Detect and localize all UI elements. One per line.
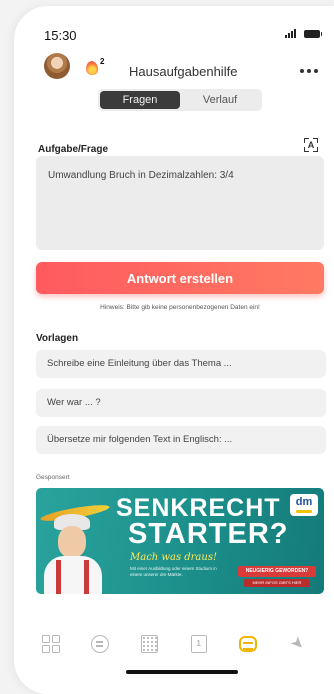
flashcards-icon: 1 bbox=[190, 635, 207, 653]
text-scan-icon[interactable]: A bbox=[304, 138, 318, 152]
templates-label: Vorlagen bbox=[36, 333, 79, 344]
app-screen: 15:30 2 Hausaufgabenhilfe Fragen Verlauf… bbox=[14, 6, 334, 694]
template-item[interactable]: Wer war ... ? bbox=[36, 389, 326, 417]
status-time: 15:30 bbox=[44, 28, 77, 43]
tab-fragen[interactable]: Fragen bbox=[100, 91, 180, 109]
nav-homework-bot[interactable] bbox=[237, 633, 259, 655]
streak-badge[interactable]: 2 bbox=[84, 55, 114, 79]
streak-count: 2 bbox=[100, 57, 105, 66]
nav-calendar[interactable] bbox=[138, 633, 160, 655]
nav-dashboard[interactable] bbox=[40, 633, 62, 655]
status-icons bbox=[285, 29, 322, 38]
page-title: Hausaufgabenhilfe bbox=[129, 64, 238, 79]
question-input[interactable]: Umwandlung Bruch in Dezimalzahlen: 3/4 bbox=[36, 156, 324, 250]
nav-chat[interactable] bbox=[89, 633, 111, 655]
template-item[interactable]: Schreibe eine Einleitung über das Thema … bbox=[36, 350, 326, 378]
ad-headline-2: STARTER? bbox=[128, 518, 289, 550]
sponsored-label: Gesponsert bbox=[36, 474, 70, 481]
app-header: 2 Hausaufgabenhilfe bbox=[14, 52, 334, 88]
ad-small-text: Mit einer Ausbildung oder einem Studium … bbox=[130, 566, 217, 577]
flame-icon bbox=[85, 60, 99, 76]
ad-badge: NEUGIERIG GEWORDEN? bbox=[238, 566, 316, 577]
calendar-icon bbox=[140, 635, 158, 653]
chat-icon bbox=[90, 635, 109, 653]
battery-icon bbox=[304, 29, 322, 38]
bot-icon bbox=[238, 636, 257, 652]
generate-answer-button[interactable]: Antwort erstellen bbox=[36, 262, 324, 294]
tab-switcher: Fragen Verlauf bbox=[98, 89, 262, 111]
nav-flashcards[interactable]: 1 bbox=[188, 633, 210, 655]
ad-link-badge: MEHR INFOS GIBTS HIER bbox=[244, 579, 310, 587]
template-item[interactable]: Übersetze mir folgenden Text in Englisch… bbox=[36, 426, 326, 454]
tab-verlauf[interactable]: Verlauf bbox=[180, 91, 260, 109]
home-indicator bbox=[126, 670, 238, 674]
rocket-icon: ➤ bbox=[286, 632, 309, 655]
signal-icon bbox=[285, 29, 296, 38]
bottom-nav: 1 ➤ bbox=[14, 626, 334, 662]
sponsored-ad-banner[interactable]: SENKRECHT STARTER? Mach was draus! Mit e… bbox=[36, 488, 324, 594]
avatar[interactable] bbox=[44, 53, 70, 79]
dashboard-icon bbox=[41, 635, 60, 653]
privacy-hint: Hinweis: Bitte gib keine personenbezogen… bbox=[100, 304, 260, 311]
dm-logo: dm bbox=[290, 494, 318, 516]
more-options-icon[interactable] bbox=[300, 69, 318, 73]
ad-person-image bbox=[39, 501, 111, 594]
ad-slogan: Mach was draus! bbox=[130, 552, 217, 563]
device-frame: 15:30 2 Hausaufgabenhilfe Fragen Verlauf… bbox=[0, 0, 334, 694]
nav-rocket[interactable]: ➤ bbox=[286, 632, 309, 655]
question-label: Aufgabe/Frage bbox=[38, 144, 109, 155]
